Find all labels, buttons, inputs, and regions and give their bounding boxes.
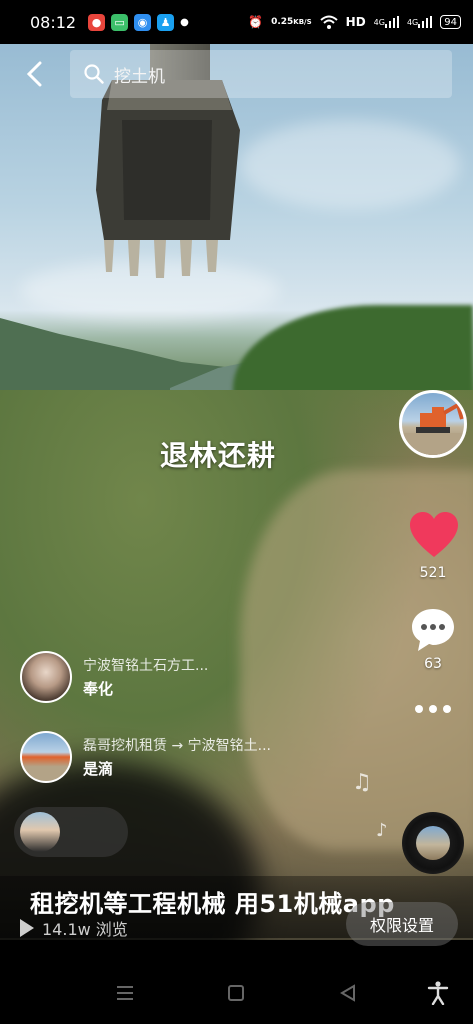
network-speed-unit: KB/S	[293, 17, 312, 26]
recommendation-comment: 是滴	[83, 760, 114, 778]
comment-button[interactable]	[409, 606, 457, 654]
more-dot	[443, 705, 451, 713]
recommendation-title: 磊哥挖机租赁 → 宁波智铭土...	[83, 738, 271, 754]
author-avatar[interactable]	[399, 390, 467, 458]
back-nav-button[interactable]	[335, 980, 361, 1006]
battery-icon: 94	[440, 15, 461, 29]
alarm-icon: ⏰	[248, 15, 264, 29]
status-time: 08:12	[30, 12, 77, 32]
system-nav-bar	[0, 960, 473, 1024]
home-icon	[228, 985, 244, 1001]
app-red-icon: ●	[88, 13, 106, 31]
signal-2-label: 4G	[406, 17, 419, 27]
network-speed-value: 0.25	[271, 16, 294, 27]
back-icon	[26, 61, 42, 87]
more-dot	[415, 705, 423, 713]
like-count: 521	[419, 565, 447, 581]
accessibility-icon	[427, 981, 449, 1005]
dot-icon: ●	[180, 16, 189, 28]
banner-text: 租挖机等工程机械 用51机械app	[30, 890, 395, 918]
heart-icon	[410, 512, 458, 557]
view-count: 14.1w 浏览	[20, 916, 128, 940]
accessibility-button[interactable]	[425, 980, 451, 1006]
search-text: 挖土机	[114, 66, 165, 87]
hd-label: HD	[345, 15, 366, 29]
recommendation-item[interactable]: 宁波智铭土石方工... 奉化	[20, 650, 320, 704]
app-blue-icon: ◉	[134, 13, 152, 31]
play-icon	[20, 919, 34, 937]
chat-pill[interactable]	[14, 807, 128, 857]
signal-1: 4G	[374, 16, 399, 28]
permission-settings-button[interactable]: 权限设置	[346, 902, 458, 946]
avatar	[20, 812, 60, 852]
like-button[interactable]	[408, 511, 460, 561]
music-disc-icon[interactable]	[402, 812, 464, 874]
network-speed: 0.25 KB/S	[271, 16, 312, 27]
search-input[interactable]: 挖土机	[70, 50, 452, 98]
music-disc-cover	[416, 826, 450, 860]
back-triangle-icon	[340, 984, 355, 1002]
menu-icon	[117, 986, 133, 1000]
view-count-label: 14.1w 浏览	[42, 920, 128, 939]
back-button[interactable]	[18, 58, 50, 90]
comment-icon	[412, 609, 454, 651]
signal-1-label: 4G	[373, 17, 385, 27]
signal-icon-2	[418, 16, 433, 28]
home-button[interactable]	[223, 980, 249, 1006]
wifi-icon	[319, 15, 338, 29]
recommendation-item[interactable]: 磊哥挖机租赁 → 宁波智铭土... 是滴	[20, 730, 320, 784]
status-bar: 08:12 ● ▭ ◉ ♟ ● ⏰ 0.25 KB/S HD 4G 4G 94	[0, 0, 473, 44]
signal-icon	[384, 16, 399, 28]
recommendation-title: 宁波智铭土石方工...	[83, 658, 209, 674]
excavator-thumbnail	[402, 401, 464, 455]
app-green-icon: ▭	[111, 13, 129, 31]
signal-2: 4G	[406, 16, 433, 28]
recommendation-comment: 奉化	[83, 680, 114, 698]
avatar	[20, 731, 72, 783]
comment-count: 63	[424, 656, 442, 672]
music-note-icon: ♫	[352, 770, 372, 795]
search-icon	[84, 64, 104, 84]
more-dot	[429, 705, 437, 713]
video-overlay-title: 退林还耕	[160, 439, 277, 472]
qq-icon: ♟	[157, 13, 175, 31]
more-button[interactable]	[410, 696, 456, 722]
menu-button[interactable]	[112, 980, 138, 1006]
avatar	[20, 651, 72, 703]
music-note-icon: ♪	[376, 820, 388, 841]
